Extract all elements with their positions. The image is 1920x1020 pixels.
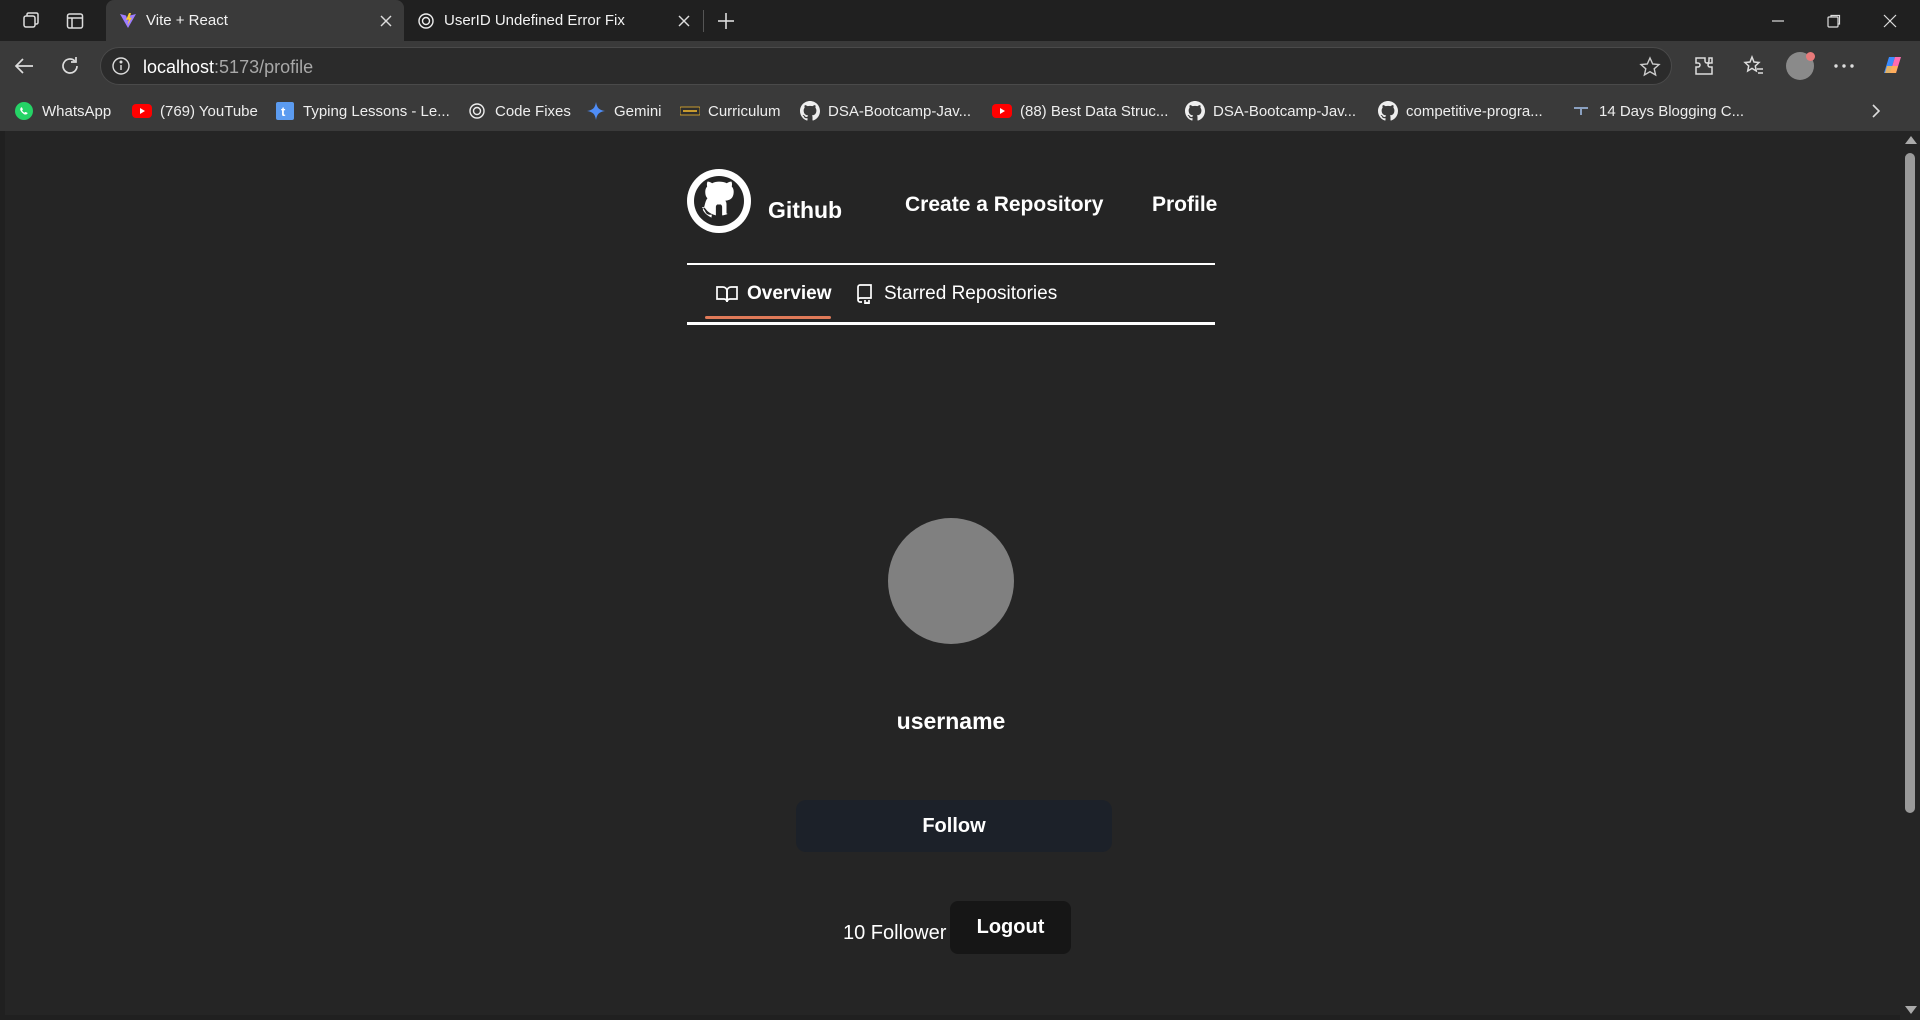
bookmark-whatsapp[interactable]: WhatsApp [14, 99, 111, 123]
close-icon[interactable] [674, 11, 694, 31]
nav-create-repository-link[interactable]: Create a Repository [905, 193, 1103, 217]
nav-brand[interactable]: Github [768, 197, 842, 224]
nav-profile-link[interactable]: Profile [1152, 193, 1217, 217]
copilot-icon[interactable] [1874, 48, 1910, 84]
book-icon [716, 283, 738, 305]
tabs-divider-top [687, 263, 1215, 265]
url-host: localhost [143, 57, 215, 77]
tab-vite-react[interactable]: Vite + React [106, 0, 404, 41]
bookmark-label: Gemini [614, 102, 662, 120]
workspaces-icon[interactable] [18, 8, 44, 34]
follow-button[interactable]: Follow [796, 800, 1112, 852]
close-window-icon[interactable] [1862, 0, 1918, 41]
tab-title: Vite + React [146, 12, 228, 29]
tab-separator [703, 10, 704, 32]
scrollbar-thumb[interactable] [1905, 153, 1915, 813]
vite-icon [118, 11, 138, 31]
tab-overview[interactable]: Overview [716, 279, 832, 309]
youtube-icon [132, 101, 152, 121]
curriculum-icon [680, 101, 700, 121]
refresh-icon[interactable] [52, 48, 88, 84]
chevron-right-icon[interactable] [1865, 100, 1887, 122]
tab-starred-label: Starred Repositories [884, 283, 1058, 304]
svg-text:t: t [281, 104, 286, 119]
bookmark-label: Typing Lessons - Le... [303, 102, 450, 120]
blog-icon [1571, 101, 1591, 121]
chatgpt-icon [416, 11, 436, 31]
page-scrollbar[interactable] [1900, 131, 1920, 1020]
tab-userid-error-fix[interactable]: UserID Undefined Error Fix [404, 0, 702, 41]
close-icon[interactable] [376, 11, 396, 31]
bookmark-label: (769) YouTube [160, 102, 258, 120]
site-info-icon[interactable] [111, 56, 131, 76]
active-tab-indicator [705, 316, 831, 319]
address-url: localhost:5173/profile [143, 57, 313, 78]
tab-overview-label: Overview [747, 283, 832, 304]
github-logo-icon[interactable] [687, 169, 751, 233]
bookmark-label: 14 Days Blogging C... [1599, 102, 1745, 120]
github-icon [800, 101, 820, 121]
page-viewport: Github Create a Repository Profile Overv… [5, 131, 1900, 1015]
extensions-icon[interactable] [1686, 48, 1722, 84]
bookmark-blogging[interactable]: 14 Days Blogging C... [1571, 99, 1744, 123]
logout-button[interactable]: Logout [950, 901, 1071, 954]
notification-dot [1806, 52, 1815, 61]
tab-starred-repositories[interactable]: Starred Repositories [853, 279, 1057, 309]
bookmark-label: competitive-progra... [1406, 102, 1543, 120]
repo-icon [853, 283, 875, 305]
favorite-star-icon[interactable] [1639, 56, 1661, 78]
bookmark-competitive-programming[interactable]: competitive-progra... [1378, 99, 1543, 123]
minimize-icon[interactable] [1750, 0, 1806, 41]
github-icon [1185, 101, 1205, 121]
scroll-up-icon[interactable] [1905, 136, 1917, 144]
bookmark-label: WhatsApp [42, 102, 112, 120]
avatar [888, 518, 1014, 644]
bookmarks-bar: WhatsApp (769) YouTube t Typing Lessons … [0, 91, 1920, 131]
address-bar[interactable]: localhost:5173/profile [100, 47, 1672, 85]
vertical-tabs-icon[interactable] [62, 8, 88, 34]
bookmark-label: Code Fixes [495, 102, 571, 120]
new-tab-icon[interactable] [713, 8, 739, 34]
bookmark-dsa-bootcamp-2[interactable]: DSA-Bootcamp-Jav... [1185, 99, 1356, 123]
whatsapp-icon [14, 101, 34, 121]
youtube-icon [992, 101, 1012, 121]
bookmark-gemini[interactable]: Gemini [586, 99, 662, 123]
browser-tab-bar: Vite + React UserID Undefined Error Fix [0, 0, 1920, 41]
scroll-down-icon[interactable] [1905, 1006, 1917, 1014]
bookmark-code-fixes[interactable]: Code Fixes [467, 99, 571, 123]
restore-icon[interactable] [1806, 0, 1862, 41]
tab-title: UserID Undefined Error Fix [444, 12, 625, 29]
back-arrow-icon[interactable] [6, 48, 42, 84]
bookmark-typing-lessons[interactable]: t Typing Lessons - Le... [275, 99, 450, 123]
bookmark-dsa-bootcamp-1[interactable]: DSA-Bootcamp-Jav... [800, 99, 971, 123]
bookmark-label: (88) Best Data Struc... [1020, 102, 1169, 120]
bookmark-label: DSA-Bootcamp-Jav... [828, 102, 972, 120]
tabs-divider-bottom [687, 322, 1215, 325]
gemini-icon [586, 101, 606, 121]
more-options-icon[interactable] [1826, 48, 1862, 84]
bookmark-best-data-structures[interactable]: (88) Best Data Struc... [992, 99, 1168, 123]
follower-count: 10 Follower [843, 922, 947, 944]
chatgpt-icon [467, 101, 487, 121]
bookmark-label: DSA-Bootcamp-Jav... [1213, 102, 1357, 120]
browser-toolbar: localhost:5173/profile [0, 41, 1920, 91]
bookmark-label: Curriculum [708, 102, 781, 120]
bookmark-curriculum[interactable]: Curriculum [680, 99, 781, 123]
profile-username: username [896, 708, 1006, 734]
github-icon [1378, 101, 1398, 121]
url-path: :5173/profile [214, 57, 314, 77]
bookmark-youtube[interactable]: (769) YouTube [132, 99, 258, 123]
typing-icon: t [275, 101, 295, 121]
favorites-icon[interactable] [1736, 48, 1772, 84]
